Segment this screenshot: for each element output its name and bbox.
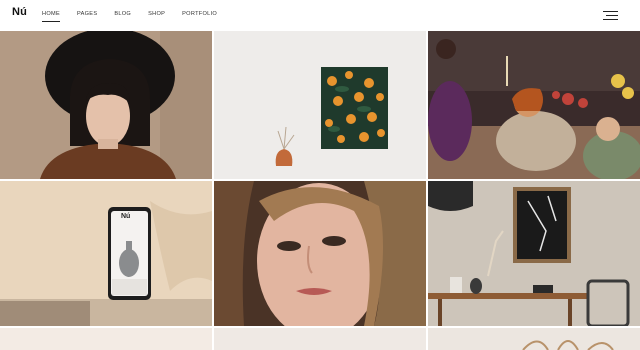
hat-portrait-image [0,31,212,179]
site-logo[interactable]: Nú [12,6,27,18]
hamburger-menu-icon[interactable] [603,11,618,20]
portfolio-item-partial-1[interactable] [0,328,212,350]
phone-screen-logo: Nú [121,213,131,220]
portfolio-item-partial-2[interactable] [214,328,426,350]
portfolio-item-oranges-painting[interactable] [214,31,426,179]
portfolio-item-interior-lamp[interactable] [428,181,640,326]
portfolio-grid: Nú [0,31,640,350]
portfolio-item-partial-3[interactable] [428,328,640,350]
site-header: Nú HOME PAGES BLOG SHOP PORTFOLIO [0,0,640,31]
face-closeup-image [214,181,426,326]
nav-item-blog[interactable]: BLOG [114,11,131,17]
portfolio-item-face-closeup[interactable] [214,181,426,326]
feast-scene-image [428,31,640,179]
portfolio-item-hat-portrait[interactable] [0,31,212,179]
nav-item-pages[interactable]: PAGES [77,11,97,17]
portfolio-item-feast-scene[interactable] [428,31,640,179]
nav-item-portfolio[interactable]: PORTFOLIO [182,11,217,17]
main-nav: HOME PAGES BLOG SHOP PORTFOLIO [42,11,217,22]
partial-3-image [428,328,640,350]
oranges-painting-image [214,31,426,179]
interior-lamp-image [428,181,640,326]
nav-item-home[interactable]: HOME [42,11,60,22]
phone-mockup-image [0,181,212,326]
nav-item-shop[interactable]: SHOP [148,11,165,17]
portfolio-item-phone-mockup[interactable]: Nú [0,181,212,326]
